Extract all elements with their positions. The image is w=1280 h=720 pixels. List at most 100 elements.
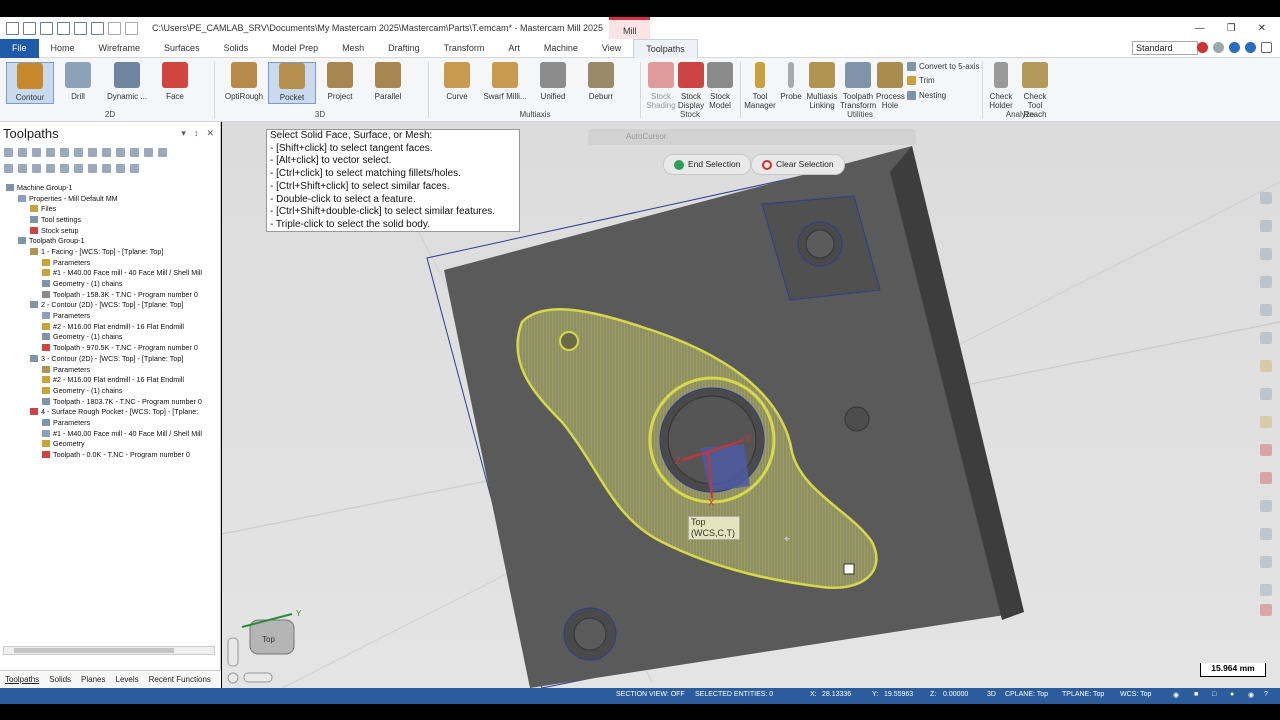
tab-toolpaths[interactable]: Toolpaths xyxy=(0,675,44,684)
curve-button[interactable]: Curve xyxy=(438,62,476,101)
panel-dropdown-icon[interactable]: ▾ xyxy=(181,128,186,139)
color-icon[interactable] xyxy=(1260,444,1272,456)
minimize-icon[interactable]: — xyxy=(1195,23,1205,34)
menu-view[interactable]: View xyxy=(590,43,633,53)
wcs-status[interactable]: WCS: Top xyxy=(1120,691,1151,698)
tab-levels[interactable]: Levels xyxy=(111,675,144,684)
view-nav-slider[interactable] xyxy=(227,637,239,667)
drill-button[interactable]: Drill xyxy=(58,62,98,101)
rotate-icon[interactable] xyxy=(1260,248,1272,260)
profile-icon[interactable] xyxy=(1197,42,1208,53)
globe-icon[interactable]: ◉ xyxy=(1173,691,1179,699)
multiaxis-linking-button[interactable]: Multiaxis Linking xyxy=(806,62,838,110)
info-icon[interactable] xyxy=(1229,42,1240,53)
view-plane-icon[interactable] xyxy=(1260,332,1272,344)
select-failed-icon[interactable] xyxy=(18,147,27,157)
menu-machine[interactable]: Machine xyxy=(532,43,590,53)
regenerate-icon[interactable] xyxy=(32,147,41,157)
tplane-status[interactable]: TPLANE: Top xyxy=(1062,691,1104,698)
help-small-icon[interactable] xyxy=(158,147,167,157)
dynamic-button[interactable]: Dynamic ... xyxy=(104,62,150,101)
tree-node[interactable]: Parameters xyxy=(0,364,219,375)
simulate-icon[interactable] xyxy=(88,147,97,157)
analyze-icon[interactable] xyxy=(1260,360,1272,372)
tree-node[interactable]: 3 - Contour (2D) - [WCS: Top] - [Tplane:… xyxy=(0,353,219,364)
regenerate-dirty-icon[interactable] xyxy=(46,147,55,157)
open-folder-icon[interactable] xyxy=(40,21,53,35)
single-view-icon[interactable] xyxy=(88,163,97,173)
edge-icon[interactable] xyxy=(1260,584,1272,596)
tab-recent-functions[interactable]: Recent Functions xyxy=(144,675,216,684)
tree-node[interactable]: Toolpath Group-1 xyxy=(0,235,219,246)
workspace-select[interactable]: Standard xyxy=(1132,41,1198,55)
menu-home[interactable]: Home xyxy=(39,43,87,53)
trim-button[interactable]: Trim xyxy=(907,76,935,85)
tree-node[interactable]: 2 - Contour (2D) - [WCS: Top] - [Tplane:… xyxy=(0,300,219,311)
nesting-button[interactable]: Nesting xyxy=(907,91,946,100)
tree-node[interactable]: Geometry - (1) chains xyxy=(0,278,219,289)
context-tab-mill[interactable]: Mill xyxy=(608,17,651,39)
view-rotate-slider[interactable] xyxy=(243,672,273,683)
menu-mesh[interactable]: Mesh xyxy=(330,43,376,53)
tree-node[interactable]: Toolpath - 0.0K - T.NC - Program number … xyxy=(0,449,219,460)
tree-node[interactable]: Toolpath - 970.5K - T.NC - Program numbe… xyxy=(0,342,219,353)
wireframe-icon[interactable]: □ xyxy=(1212,691,1216,698)
tree-node[interactable]: Geometry - (1) chains xyxy=(0,332,219,343)
help-circle-icon[interactable]: ? xyxy=(1264,691,1268,698)
settings-icon[interactable]: ◉ xyxy=(1248,691,1254,699)
toggle-display-icon[interactable] xyxy=(4,163,13,173)
close-icon[interactable]: ✕ xyxy=(1258,23,1266,34)
face-button[interactable]: Face xyxy=(156,62,194,101)
lock-icon[interactable] xyxy=(144,147,153,157)
panel-close-icon[interactable]: ✕ xyxy=(206,128,214,139)
pocket-button[interactable]: Pocket xyxy=(268,62,316,104)
message-icon[interactable] xyxy=(1213,42,1224,53)
highfeed-icon[interactable] xyxy=(116,147,125,157)
probe-button[interactable]: Probe xyxy=(778,62,804,101)
menu-drafting[interactable]: Drafting xyxy=(376,43,432,53)
optirough-button[interactable]: OptiRough xyxy=(222,62,266,101)
menu-surfaces[interactable]: Surfaces xyxy=(152,43,212,53)
tab-solids[interactable]: Solids xyxy=(44,675,76,684)
check-holder-button[interactable]: Check Holder xyxy=(986,62,1016,110)
scroll-thumb[interactable] xyxy=(14,648,174,653)
print-icon[interactable] xyxy=(57,21,70,35)
snap-icon[interactable] xyxy=(1260,528,1272,540)
zoom-icon[interactable] xyxy=(1260,192,1272,204)
deburr-button[interactable]: Deburr xyxy=(582,62,620,101)
unified-button[interactable]: Unified xyxy=(534,62,572,101)
new-file-icon[interactable] xyxy=(6,21,19,35)
move-down-icon[interactable] xyxy=(32,163,41,173)
menu-art[interactable]: Art xyxy=(496,43,532,53)
post-icon[interactable] xyxy=(102,147,111,157)
convert-to-5-axis-button[interactable]: Convert to 5-axis xyxy=(907,62,979,71)
tree-node[interactable]: Parameters xyxy=(0,417,219,428)
tree-node[interactable]: #2 - M16.00 Flat endmill - 16 Flat Endmi… xyxy=(0,374,219,385)
tree-node[interactable]: Parameters xyxy=(0,257,219,268)
fit-icon[interactable] xyxy=(1260,304,1272,316)
end-selection-button[interactable]: End Selection xyxy=(663,154,752,175)
tab-planes[interactable]: Planes xyxy=(76,675,110,684)
tree-node[interactable]: Tool settings xyxy=(0,214,219,225)
stock-model-button[interactable]: Stock Model xyxy=(704,62,736,110)
tree-node[interactable]: #2 - M16.00 Flat endmill - 16 Flat Endmi… xyxy=(0,321,219,332)
tree-node[interactable]: Parameters xyxy=(0,310,219,321)
horizontal-scrollbar[interactable] xyxy=(3,646,215,655)
insert-arrow-icon[interactable] xyxy=(60,163,69,173)
mode-3d[interactable]: 3D xyxy=(987,691,996,698)
menu-transform[interactable]: Transform xyxy=(432,43,497,53)
cube-icon[interactable]: ■ xyxy=(1194,691,1198,698)
filter-icon[interactable] xyxy=(116,163,125,173)
tree-node[interactable]: Stock setup xyxy=(0,225,219,236)
toolpath-transform-button[interactable]: Toolpath Transform xyxy=(840,62,876,110)
view-home-icon[interactable] xyxy=(227,672,239,684)
swarf-milling-button[interactable]: Swarf Milli... xyxy=(482,62,528,101)
project-button[interactable]: Project xyxy=(320,62,360,101)
delete-icon[interactable] xyxy=(130,147,139,157)
tree-node[interactable]: Machine Group-1 xyxy=(0,182,219,193)
pin-icon[interactable]: ↕ xyxy=(194,128,199,139)
stock-display-button[interactable]: Stock Display xyxy=(676,62,706,110)
tree-node[interactable]: Toolpath - 158.3K - T.NC - Program numbe… xyxy=(0,289,219,300)
help-icon[interactable] xyxy=(1245,42,1256,53)
collapse-ribbon-icon[interactable] xyxy=(1261,42,1272,53)
